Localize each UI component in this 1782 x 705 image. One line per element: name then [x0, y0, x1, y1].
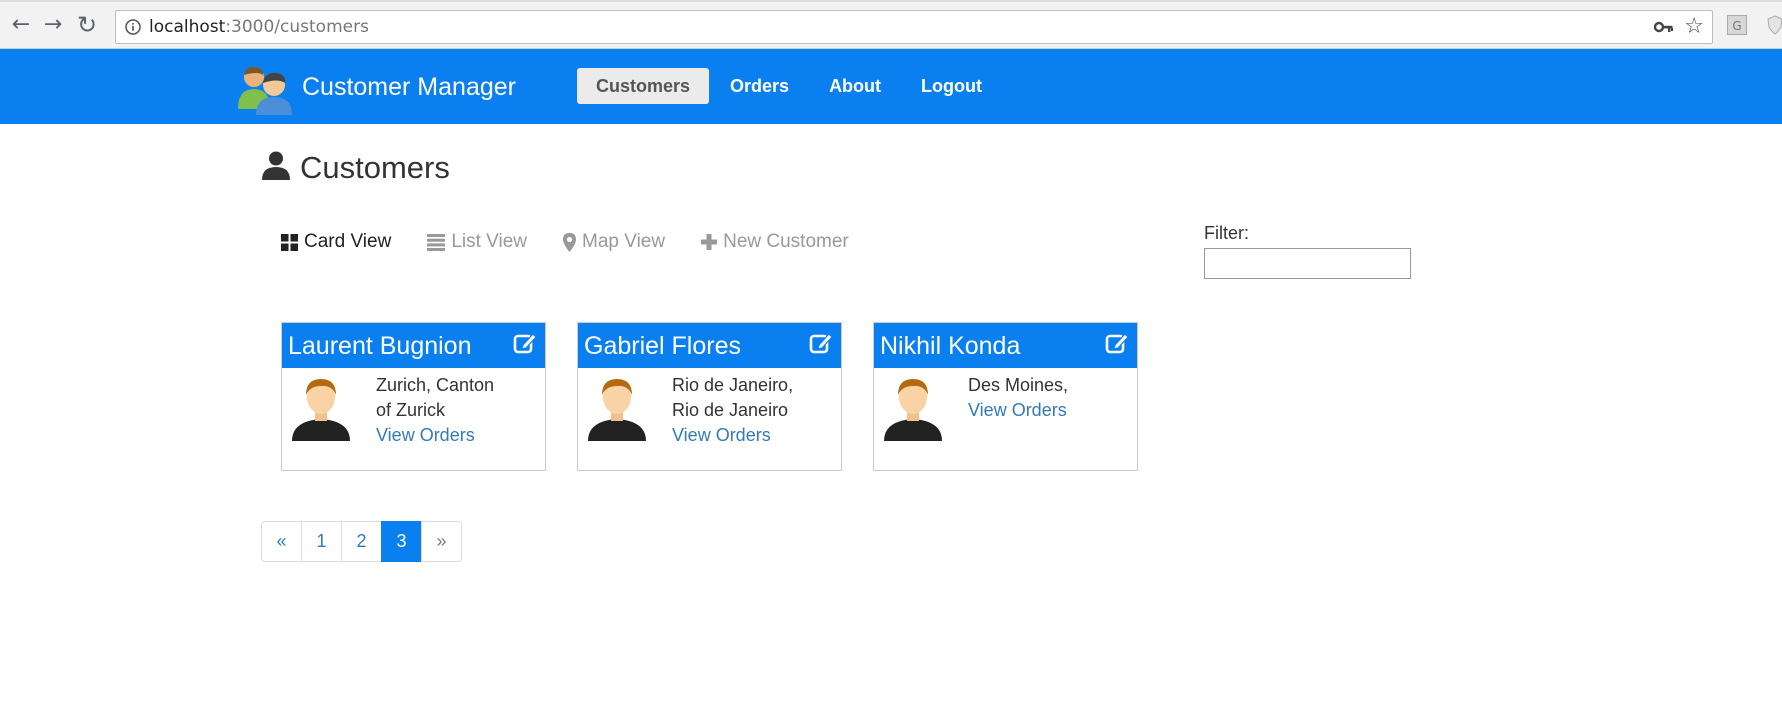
reload-icon[interactable]: ↻ — [74, 12, 100, 38]
plus-icon — [701, 234, 718, 250]
list-view-label: List View — [451, 231, 527, 252]
edit-icon[interactable] — [1105, 331, 1129, 355]
edit-icon[interactable] — [513, 331, 537, 355]
view-orders-link[interactable]: View Orders — [672, 423, 832, 448]
map-view-tab[interactable]: Map View — [563, 231, 665, 253]
list-icon — [427, 233, 446, 251]
pagination-prev[interactable]: « — [261, 521, 302, 562]
customer-details: Rio de Janeiro, Rio de Janeiro View Orde… — [672, 373, 832, 448]
forward-arrow-icon[interactable]: → — [40, 12, 66, 38]
customer-city: Zurich, Canton — [376, 375, 495, 395]
view-toolbar: Card View List View Map View New Custome… — [281, 230, 885, 254]
back-arrow-icon[interactable]: ← — [8, 12, 34, 38]
pagination-page-3[interactable]: 3 — [381, 521, 422, 562]
customer-name: Gabriel Flores — [584, 332, 741, 360]
card-header: Gabriel Flores — [578, 323, 841, 368]
map-view-label: Map View — [582, 231, 666, 252]
browser-toolbar: ← → ↻ localhost:3000/customers ☆ G — [0, 2, 1782, 49]
map-marker-icon — [563, 232, 576, 252]
customer-name: Nikhil Konda — [880, 332, 1021, 360]
customer-card: Nikhil Konda Des Moines, View Orders — [873, 322, 1138, 471]
avatar — [292, 379, 350, 441]
view-orders-link[interactable]: View Orders — [376, 423, 536, 448]
card-view-label: Card View — [304, 231, 392, 252]
nav-orders[interactable]: Orders — [711, 68, 808, 104]
pagination-next[interactable]: » — [421, 521, 462, 562]
page-title: Customers — [300, 150, 450, 185]
app-navbar: Customer Manager Customers Orders About … — [0, 49, 1782, 124]
avatar — [884, 379, 942, 441]
customer-details: Des Moines, View Orders — [968, 373, 1128, 423]
pagination-page-2[interactable]: 2 — [341, 521, 382, 562]
key-icon[interactable] — [1654, 18, 1674, 36]
nav-logout[interactable]: Logout — [902, 68, 1001, 104]
address-bar[interactable]: localhost:3000/customers ☆ — [115, 10, 1713, 44]
customer-city: Rio de Janeiro, — [672, 375, 794, 395]
brand-title[interactable]: Customer Manager — [302, 49, 516, 125]
customers-logo-icon — [238, 66, 292, 115]
url-host: localhost — [149, 17, 226, 37]
shield-extension-icon[interactable] — [1767, 15, 1782, 35]
edit-icon[interactable] — [809, 331, 833, 355]
nav-customers[interactable]: Customers — [577, 68, 710, 104]
filter-input[interactable] — [1204, 248, 1411, 279]
customer-card: Gabriel Flores Rio de Janeiro, Rio de Ja… — [577, 322, 842, 471]
customer-state: of Zurick — [376, 400, 446, 420]
extension-g-icon[interactable]: G — [1727, 15, 1747, 35]
customer-state: Rio de Janeiro — [672, 400, 789, 420]
url-path: :3000/customers — [225, 17, 369, 37]
card-view-tab[interactable]: Card View — [281, 231, 391, 253]
card-header: Nikhil Konda — [874, 323, 1137, 368]
user-icon — [262, 151, 290, 180]
customer-card: Laurent Bugnion Zurich, Canton of Zurick… — [281, 322, 546, 471]
customer-name: Laurent Bugnion — [288, 332, 472, 360]
view-orders-link[interactable]: View Orders — [968, 398, 1128, 423]
grid-icon — [281, 233, 298, 251]
new-customer-button[interactable]: New Customer — [701, 231, 849, 253]
customer-city: Des Moines, — [968, 375, 1069, 395]
filter-label: Filter: — [1204, 223, 1249, 243]
info-icon[interactable] — [125, 19, 141, 35]
new-customer-label: New Customer — [723, 231, 849, 252]
customer-details: Zurich, Canton of Zurick View Orders — [376, 373, 536, 448]
pagination: « 1 2 3 » — [261, 521, 462, 562]
list-view-tab[interactable]: List View — [427, 231, 527, 253]
url-text[interactable]: localhost:3000/customers — [149, 11, 369, 43]
pagination-page-1[interactable]: 1 — [301, 521, 342, 562]
nav-about[interactable]: About — [810, 68, 900, 104]
card-header: Laurent Bugnion — [282, 323, 545, 368]
main-nav: Customers Orders About Logout — [577, 68, 1003, 104]
avatar — [588, 379, 646, 441]
bookmark-star-icon[interactable]: ☆ — [1684, 14, 1704, 40]
